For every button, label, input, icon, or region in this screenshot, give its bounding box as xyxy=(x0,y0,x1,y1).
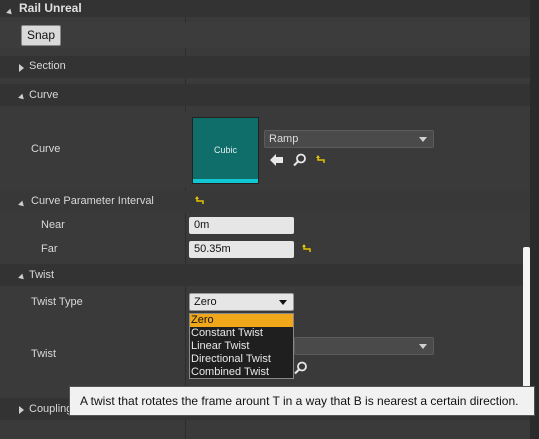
dropdown-item-directional-twist[interactable]: Directional Twist xyxy=(190,353,293,366)
browse-search-icon[interactable] xyxy=(293,153,307,167)
curve-asset-value: Ramp xyxy=(269,133,299,145)
twist-asset-combo[interactable] xyxy=(294,337,434,355)
category-header-rail-unreal[interactable]: Rail Unreal xyxy=(0,0,530,17)
dropdown-item-linear-twist[interactable]: Linear Twist xyxy=(190,340,293,353)
chevron-down-icon xyxy=(419,344,427,349)
category-title: Rail Unreal xyxy=(19,1,82,15)
section-header-curve-parameter-interval[interactable]: Curve Parameter Interval xyxy=(0,191,530,213)
reset-to-default-icon[interactable] xyxy=(195,196,205,206)
curve-section-label: Curve xyxy=(29,89,59,101)
curve-parameter-interval-label: Curve Parameter Interval xyxy=(31,195,154,207)
curve-asset-combo[interactable]: Ramp xyxy=(264,130,434,148)
dropdown-item-zero[interactable]: Zero xyxy=(190,314,293,327)
snap-button[interactable]: Snap xyxy=(21,25,61,46)
twist-label: Twist xyxy=(31,348,57,360)
section-header-section[interactable]: Section xyxy=(0,56,530,78)
twist-type-property-row: Twist Type Zero xyxy=(0,290,530,314)
section-header-twist[interactable]: Twist xyxy=(0,264,530,286)
expand-arrow-icon xyxy=(18,271,26,283)
twist-type-combo[interactable]: Zero xyxy=(189,293,294,311)
snap-row: Snap xyxy=(0,22,530,48)
thumbnail-type-label: Cubic xyxy=(213,145,237,155)
browse-search-icon[interactable] xyxy=(294,361,308,375)
reset-to-default-icon[interactable] xyxy=(302,244,312,254)
dropdown-item-constant-twist[interactable]: Constant Twist xyxy=(190,327,293,340)
thumbnail-asset-bar xyxy=(193,179,258,183)
chevron-down-icon xyxy=(419,137,427,142)
tooltip: A twist that rotates the frame arount T … xyxy=(69,386,535,416)
twist-type-dropdown-list[interactable]: Zero Constant Twist Linear Twist Directi… xyxy=(189,313,294,379)
twist-section-label: Twist xyxy=(29,269,55,281)
dropdown-item-combined-twist[interactable]: Combined Twist xyxy=(190,366,293,379)
scrollbar-track[interactable] xyxy=(530,0,539,439)
twist-type-value: Zero xyxy=(194,296,217,308)
reset-to-default-icon[interactable] xyxy=(316,155,326,165)
curve-property-row: Curve Cubic Ramp xyxy=(0,112,530,188)
far-property-row: Far 50.35m xyxy=(0,239,530,261)
coupling-section-label: Coupling xyxy=(29,403,73,415)
twist-type-label: Twist Type xyxy=(31,296,83,308)
expand-arrow-icon xyxy=(18,91,26,103)
section-header-curve[interactable]: Curve xyxy=(0,84,530,106)
near-label: Near xyxy=(41,219,65,231)
expand-arrow-icon xyxy=(6,6,14,18)
collapsed-arrow-icon xyxy=(19,405,24,417)
curve-property-label: Curve xyxy=(31,143,61,155)
far-label: Far xyxy=(41,243,58,255)
expand-arrow-icon xyxy=(18,198,26,210)
curve-asset-thumbnail[interactable]: Cubic xyxy=(192,117,259,184)
chevron-down-icon xyxy=(279,300,287,305)
collapsed-arrow-icon xyxy=(19,63,24,75)
scrollbar-thumb[interactable] xyxy=(523,247,530,387)
far-value-field[interactable]: 50.35m xyxy=(189,241,294,258)
near-property-row: Near 0m xyxy=(0,215,530,237)
use-selected-arrow-icon[interactable] xyxy=(270,154,284,166)
section-label: Section xyxy=(29,60,66,72)
near-value-field[interactable]: 0m xyxy=(189,217,294,234)
